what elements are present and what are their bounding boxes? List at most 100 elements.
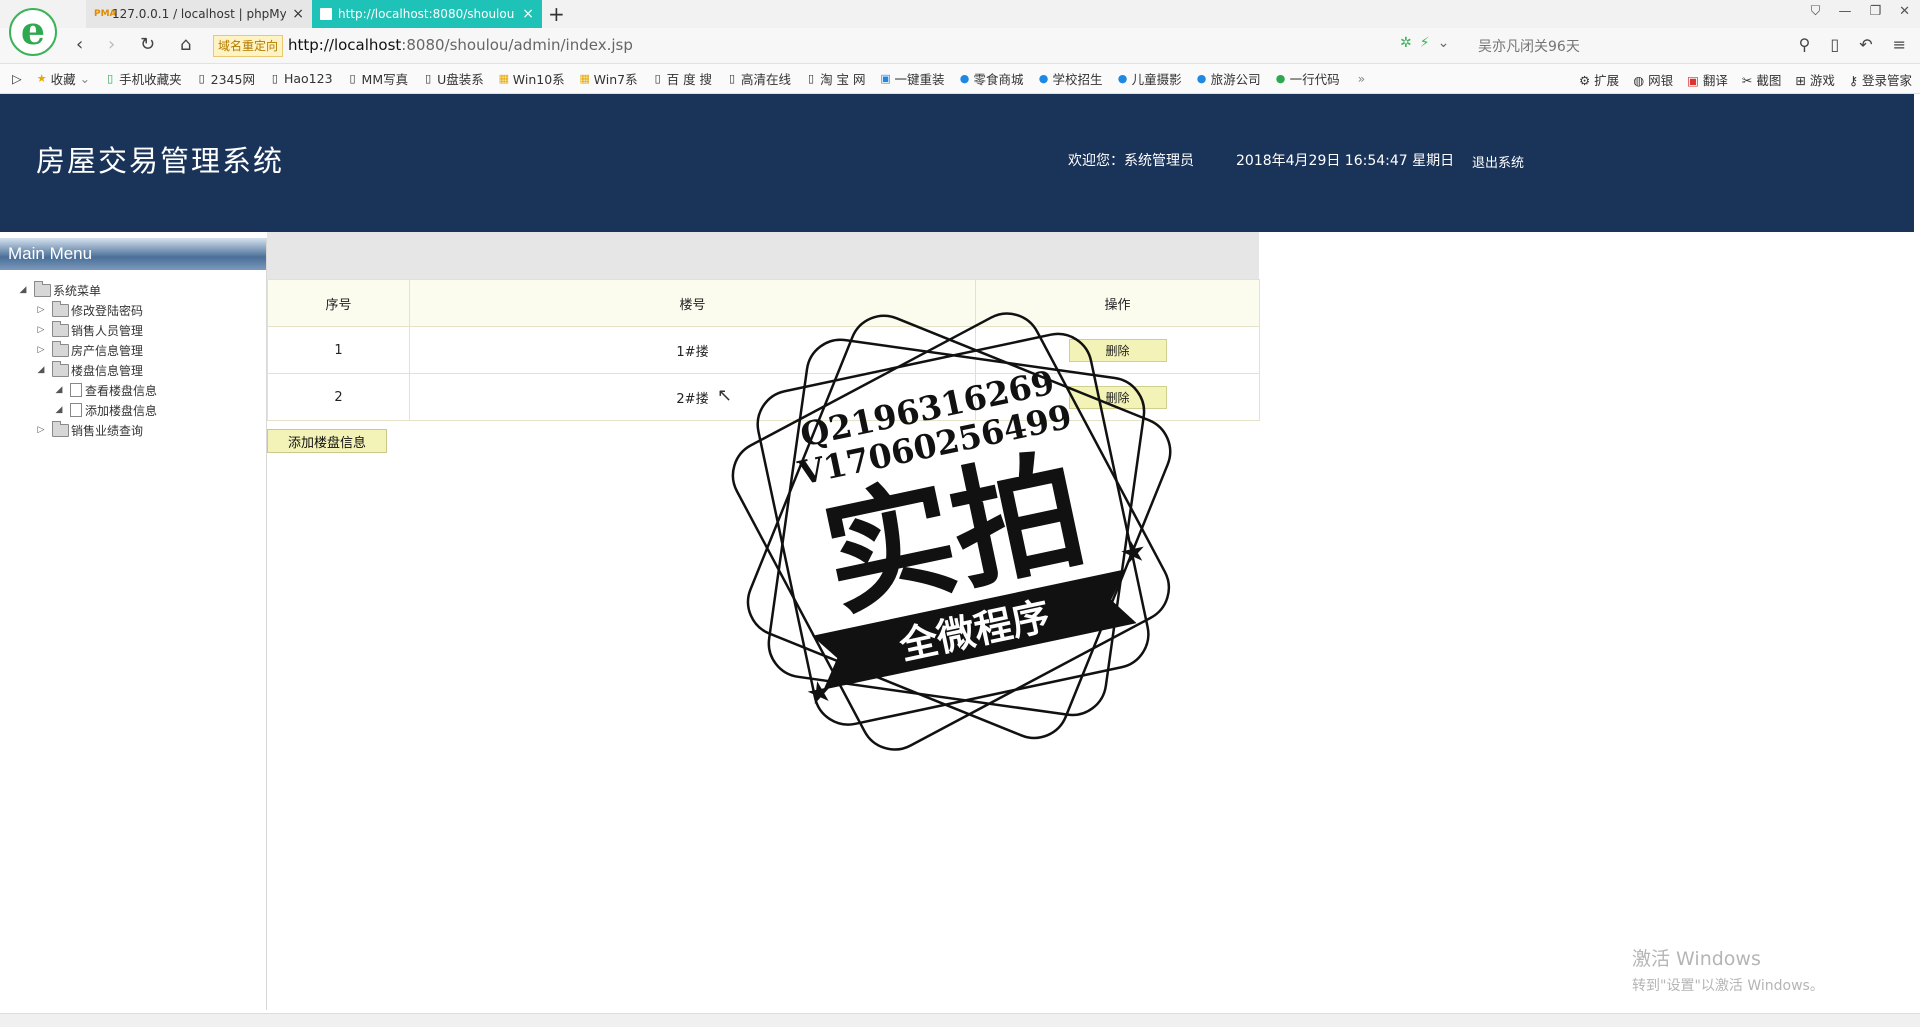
collapsed-arrow-icon[interactable]: ▷ <box>36 305 46 315</box>
expanded-arrow-icon[interactable]: ◢ <box>18 285 28 295</box>
sidebar-item-property-info[interactable]: ▷ 房产信息管理 <box>36 340 143 360</box>
page-icon <box>320 8 332 20</box>
windows-activation-notice: 激活 Windows 转到"设置"以激活 Windows。 <box>1632 944 1824 995</box>
page-icon: ▯ <box>729 72 736 85</box>
activation-title: 激活 Windows <box>1632 948 1761 970</box>
bookmark-item[interactable]: ● 一行代码 <box>1275 69 1340 88</box>
bookmark-item[interactable]: ▯ Hao123 <box>269 71 333 86</box>
bookmark-item[interactable]: ▦ Win10系 <box>498 69 565 88</box>
login-manager-button[interactable]: ⚷ 登录管家 <box>1849 70 1912 89</box>
welcome-text: 欢迎您：系统管理员 <box>1068 153 1194 169</box>
bookmark-item[interactable]: ▦ Win7系 <box>579 69 637 88</box>
tab-phpmyadmin[interactable]: PMA 127.0.0.1 / localhost | phpMy × <box>86 0 312 28</box>
bookmark-label: 旅游公司 <box>1210 72 1261 87</box>
new-tab-button[interactable]: + <box>548 2 565 26</box>
bookmark-label: 高清在线 <box>741 72 792 87</box>
close-icon[interactable]: × <box>292 6 304 22</box>
sidebar-item-sales-performance[interactable]: ▷ 销售业绩查询 <box>36 420 143 440</box>
folder-icon <box>52 300 69 317</box>
sidebar-item-label: 销售业绩查询 <box>71 423 144 438</box>
screenshot-button[interactable]: ✂ 截图 <box>1742 70 1781 89</box>
url-field[interactable]: http://localhost:8080/shoulou/admin/inde… <box>288 36 633 54</box>
bookmark-item[interactable]: ▯ 百 度 搜 <box>652 69 712 88</box>
translate-button[interactable]: ▣ 翻译 <box>1687 70 1728 89</box>
p-icon: ● <box>1275 72 1286 85</box>
games-button[interactable]: ⊞ 游戏 <box>1795 70 1834 89</box>
folder-icon <box>52 360 69 377</box>
security-icon[interactable]: ✲ <box>1400 35 1412 51</box>
toolbar-icons: ⚲ ▯ ↶ ≡ <box>1799 35 1906 54</box>
reading-icon[interactable]: ▯ <box>1830 35 1839 54</box>
tab-shoulou-admin[interactable]: http://localhost:8080/shoulou × <box>312 0 542 28</box>
home-icon[interactable]: ⌂ <box>180 34 191 55</box>
collapsed-arrow-icon[interactable]: ▷ <box>36 325 46 335</box>
menu-icon[interactable]: ≡ <box>1893 35 1906 54</box>
sidebar-toggle-icon[interactable]: ▷ <box>12 71 22 86</box>
minimize-icon[interactable]: — <box>1838 4 1851 19</box>
collapsed-arrow-icon[interactable]: ▷ <box>36 345 46 355</box>
undo-icon[interactable]: ↶ <box>1859 35 1872 54</box>
expanded-arrow-icon[interactable]: ◢ <box>36 365 46 375</box>
extensions-button[interactable]: ⚙ 扩展 <box>1579 70 1619 89</box>
add-building-button[interactable]: 添加楼盘信息 <box>267 429 387 453</box>
page-icon: ▯ <box>808 72 815 85</box>
bookmark-label: 淘 宝 网 <box>820 72 866 87</box>
bookmark-item[interactable]: ▣ 一键重装 <box>880 69 944 88</box>
sidebar-item-change-password[interactable]: ▷ 修改登陆密码 <box>36 300 143 320</box>
bookmark-item[interactable]: ● 学校招生 <box>1038 69 1103 88</box>
bookmark-item[interactable]: ▯ 手机收藏夹 <box>104 69 182 88</box>
collapsed-arrow-icon[interactable]: ▷ <box>36 425 46 435</box>
sidebar-subitem-view-buildings[interactable]: ◢ 查看楼盘信息 <box>54 380 157 400</box>
bookmark-label: 2345网 <box>210 72 255 87</box>
scissors-icon: ✂ <box>1741 72 1757 88</box>
bookmark-item[interactable]: ▯ MM写真 <box>347 69 409 88</box>
windows-icon: ▦ <box>579 72 590 85</box>
delete-button[interactable]: 删除 <box>1068 338 1167 362</box>
bookmark-item[interactable]: ● 旅游公司 <box>1196 69 1261 88</box>
extension-label: 游戏 <box>1809 72 1835 88</box>
bookmark-label: 百 度 搜 <box>666 72 713 87</box>
search-icon[interactable]: ⚲ <box>1799 35 1811 54</box>
speed-icon[interactable]: ⚡ <box>1420 35 1430 51</box>
logout-link[interactable]: 退出系统 <box>1472 152 1524 171</box>
bookmark-item[interactable]: ▯ 高清在线 <box>726 69 791 88</box>
bookmark-item[interactable]: ● 零食商城 <box>959 69 1024 88</box>
redirect-badge[interactable]: 域名重定向 <box>213 35 284 57</box>
chevron-down-icon[interactable]: ⌄ <box>1438 35 1450 51</box>
bookmarks-bar: ▷ ★ 收藏 ⌄ ▯ 手机收藏夹 ▯ 2345网 ▯ Hao123 ▯ MM写真 ▯ U盘装系… <box>0 64 1920 94</box>
skin-icon[interactable]: ⛉ <box>1811 4 1821 19</box>
close-icon[interactable]: × <box>522 6 534 22</box>
bank-button[interactable]: ◍ 网银 <box>1633 70 1673 89</box>
sidebar-item-sales-staff[interactable]: ▷ 销售人员管理 <box>36 320 143 340</box>
page-icon: ▣ <box>880 72 891 85</box>
watermark-main: 实拍 <box>811 433 1097 636</box>
pma-icon: PMA <box>94 9 117 19</box>
gamepad-icon: ⊞ <box>1795 72 1810 88</box>
close-window-icon[interactable]: ✕ <box>1899 4 1910 19</box>
page-icon: ▯ <box>425 72 432 85</box>
tree-root[interactable]: ◢ 系统菜单 <box>18 280 101 300</box>
bookmark-item[interactable]: ▯ 2345网 <box>196 69 255 88</box>
cell-building: 2#搂 <box>409 373 976 421</box>
sidebar-item-building-info[interactable]: ◢ 楼盘信息管理 <box>36 360 143 380</box>
bookmark-item[interactable]: ★ 收藏 ⌄ <box>36 69 90 88</box>
browser-logo-icon[interactable]: e <box>9 8 57 56</box>
puzzle-icon: ⚙ <box>1578 72 1595 88</box>
bookmarks-more-button[interactable]: » <box>1358 71 1366 86</box>
bookmark-item[interactable]: ▯ 淘 宝 网 <box>805 69 865 88</box>
address-actions: ✲ ⚡ ⌄ <box>1400 35 1449 51</box>
page-icon: ▯ <box>198 72 205 85</box>
restore-icon[interactable]: ❐ <box>1869 4 1881 19</box>
bookmark-label: 学校招生 <box>1052 72 1103 87</box>
back-icon[interactable]: ‹ <box>76 34 83 55</box>
column-header: 序号 <box>267 279 410 327</box>
sidebar-subitem-add-building[interactable]: ◢ 添加楼盘信息 <box>54 400 157 420</box>
search-input[interactable] <box>1476 35 1786 59</box>
bookmark-item[interactable]: ● 儿童摄影 <box>1117 69 1182 88</box>
table-row: 2 2#搂 删除 <box>267 373 1260 421</box>
leaf-marker-icon: ◢ <box>55 385 63 395</box>
reload-icon[interactable]: ↻ <box>140 34 155 55</box>
delete-button[interactable]: 删除 <box>1068 385 1167 409</box>
forward-icon[interactable]: › <box>108 34 115 55</box>
bookmark-item[interactable]: ▯ U盘装系 <box>422 69 484 88</box>
